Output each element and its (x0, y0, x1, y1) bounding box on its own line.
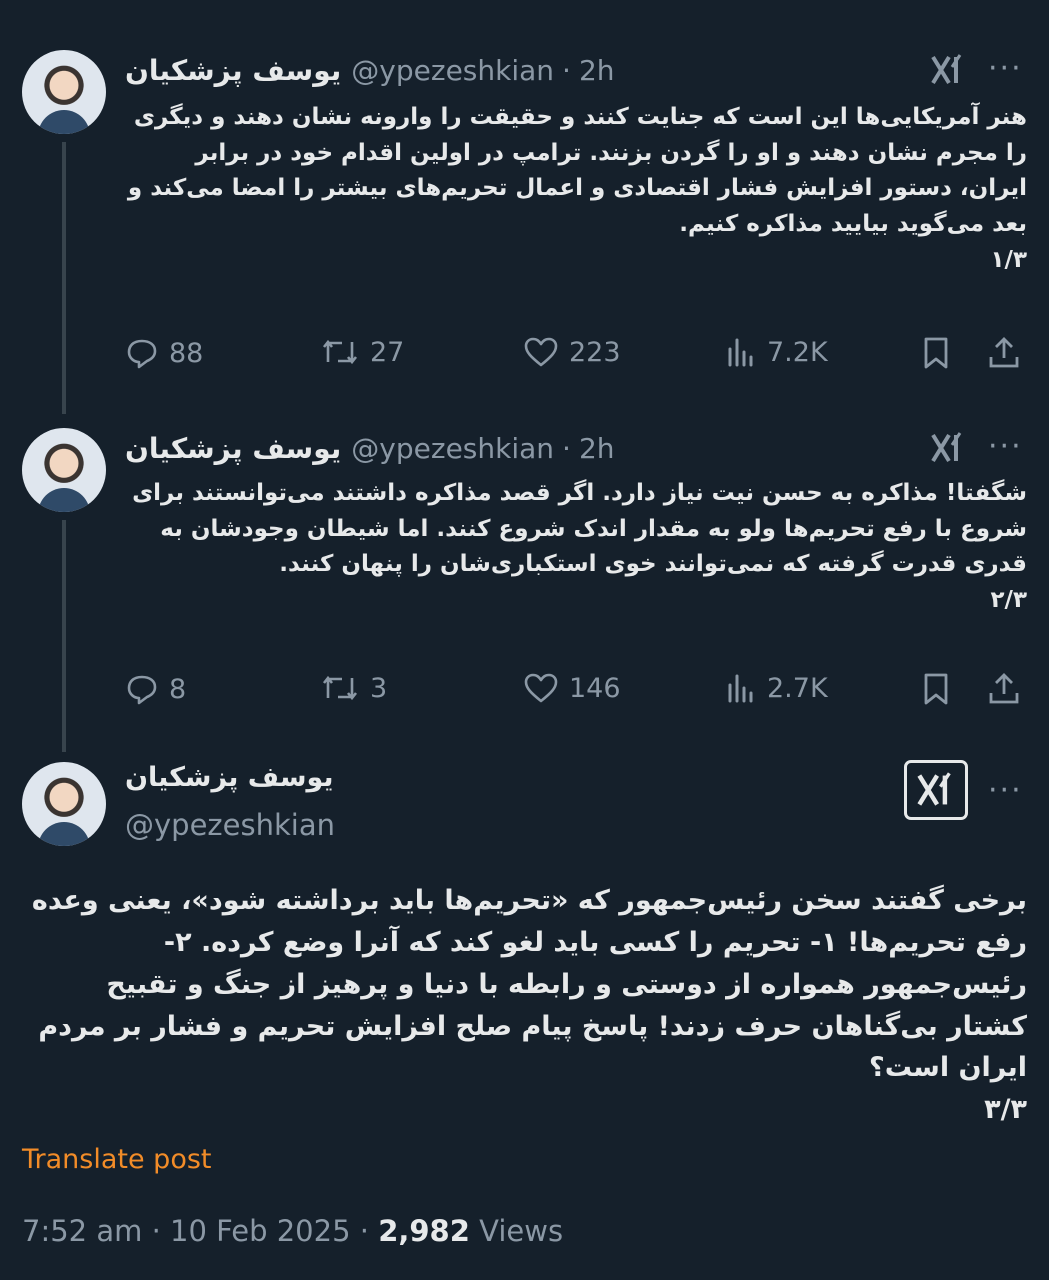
like-icon (523, 672, 559, 704)
views-count: 2.7K (767, 672, 828, 704)
author-handle[interactable]: @ypezeshkian (351, 432, 554, 465)
views-button[interactable]: 2.7K (725, 672, 828, 704)
grok-icon[interactable] (928, 428, 968, 468)
more-icon[interactable]: ··· (988, 432, 1023, 462)
main-tweet-text: برخی گفتند سخن رئیس‌جمهور که «تحریم‌ها ب… (22, 880, 1027, 1131)
like-button[interactable]: 223 (523, 336, 621, 368)
more-icon[interactable]: ··· (988, 776, 1023, 806)
views-label: Views (479, 1214, 564, 1248)
views-count: 2,982 (378, 1214, 470, 1248)
tweet-text-line: ۲/۳ (990, 586, 1027, 613)
bookmark-button[interactable] (922, 672, 950, 706)
post-timestamp[interactable]: 7:52 am (22, 1214, 142, 1248)
like-icon (523, 336, 559, 368)
avatar[interactable] (22, 762, 106, 846)
post-date[interactable]: 10 Feb 2025 (170, 1214, 351, 1248)
separator-dot: · (359, 1214, 379, 1248)
share-icon (987, 672, 1021, 706)
post-time[interactable]: 2h (579, 432, 615, 465)
tweet-header: یوسف پزشکیان @ypezeshkian · 2h (125, 50, 615, 90)
tweet-text-line: هنر آمریکایی‌ها این است که جنایت کنند و … (127, 104, 1027, 237)
tweet-text-line: ۳/۳ (984, 1094, 1027, 1126)
grok-icon[interactable] (928, 50, 968, 90)
like-count: 146 (569, 672, 621, 704)
repost-icon (320, 672, 360, 704)
separator-dot: · (562, 53, 571, 87)
translate-post-link[interactable]: Translate post (22, 1144, 212, 1175)
tweet-text: هنر آمریکایی‌ها این است که جنایت کنند و … (125, 100, 1027, 278)
reply-icon (125, 672, 159, 706)
author-handle[interactable]: @ypezeshkian (351, 54, 554, 87)
tweet-text-line: برخی گفتند سخن رئیس‌جمهور که «تحریم‌ها ب… (31, 885, 1027, 1084)
separator-dot: · (562, 431, 571, 465)
post-meta: 7:52 am · 10 Feb 2025 · 2,982 Views (22, 1214, 563, 1248)
repost-count: 3 (370, 672, 388, 704)
like-count: 223 (569, 336, 621, 368)
tweet-header: یوسف پزشکیان @ypezeshkian · 2h (125, 428, 615, 468)
tweet-text: شگفتا! مذاکره به حسن نیت نیاز دارد. اگر … (125, 476, 1027, 619)
author-name[interactable]: یوسف پزشکیان (125, 762, 334, 793)
reply-button[interactable]: 88 (125, 336, 203, 370)
repost-button[interactable]: 27 (320, 336, 404, 368)
reply-icon (125, 336, 159, 370)
avatar[interactable] (22, 428, 106, 512)
avatar[interactable] (22, 50, 106, 134)
repost-button[interactable]: 3 (320, 672, 387, 704)
repost-count: 27 (370, 336, 405, 368)
action-bar: 88 27 223 7.2K (125, 336, 1029, 380)
views-icon (725, 336, 757, 368)
post-time[interactable]: 2h (579, 54, 615, 87)
share-button[interactable] (987, 672, 1021, 706)
more-icon[interactable]: ··· (988, 54, 1023, 84)
reply-count: 88 (169, 337, 204, 369)
separator-dot: · (151, 1214, 171, 1248)
tweet-2[interactable]: یوسف پزشکیان @ypezeshkian · 2h ··· شگفتا… (0, 428, 1049, 728)
bookmark-icon (922, 672, 950, 706)
reply-count: 8 (169, 673, 187, 705)
author-name[interactable]: یوسف پزشکیان (125, 54, 341, 87)
like-button[interactable]: 146 (523, 672, 621, 704)
views-count: 7.2K (767, 336, 828, 368)
grok-icon[interactable] (904, 760, 968, 820)
author-handle[interactable]: @ypezeshkian (125, 808, 335, 842)
views-icon (725, 672, 757, 704)
action-bar: 8 3 146 2.7K (125, 672, 1029, 716)
repost-icon (320, 336, 360, 368)
bookmark-icon (922, 336, 950, 370)
tweet-text-line: شگفتا! مذاکره به حسن نیت نیاز دارد. اگر … (132, 480, 1027, 578)
reply-button[interactable]: 8 (125, 672, 186, 706)
bookmark-button[interactable] (922, 336, 950, 370)
author-name[interactable]: یوسف پزشکیان (125, 432, 341, 465)
share-button[interactable] (987, 336, 1021, 370)
share-icon (987, 336, 1021, 370)
views-button[interactable]: 7.2K (725, 336, 828, 368)
tweet-1[interactable]: یوسف پزشکیان @ypezeshkian · 2h ··· هنر آ… (0, 50, 1049, 390)
tweet-text-line: ۱/۳ (990, 246, 1027, 273)
